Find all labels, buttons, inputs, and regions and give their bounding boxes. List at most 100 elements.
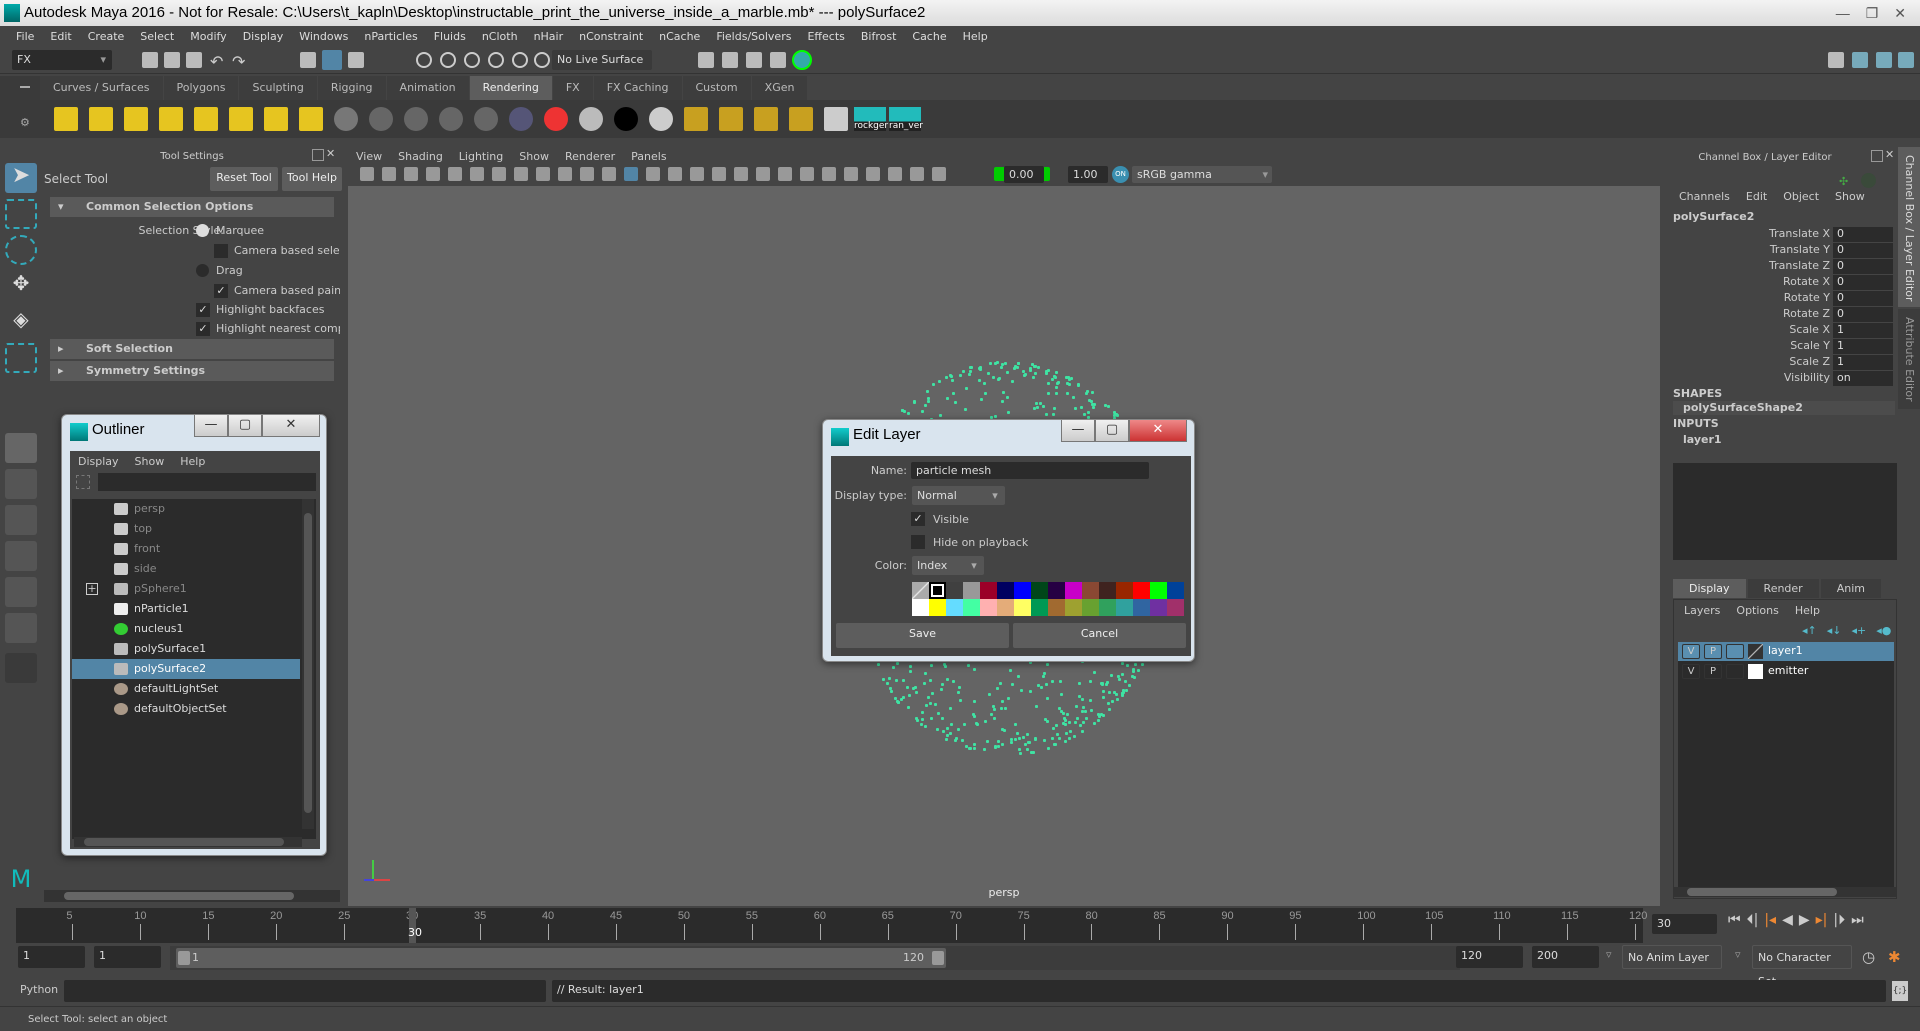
ambient-occlusion-icon[interactable] xyxy=(734,167,748,181)
shelf-settings-gear-icon[interactable]: ⚙ xyxy=(20,116,30,129)
shape-item[interactable]: polySurfaceShape2 xyxy=(1673,401,1895,415)
outliner-item[interactable]: polySurface1 xyxy=(72,639,300,659)
character-set-arrow-icon[interactable]: ▿ xyxy=(1735,948,1741,961)
render-ipr-icon[interactable] xyxy=(684,107,708,131)
layer-row[interactable]: V Pemitter xyxy=(1678,662,1894,681)
menu-windows[interactable]: Windows xyxy=(291,27,356,46)
lambert-sphere-icon[interactable] xyxy=(404,107,428,131)
color-swatch[interactable] xyxy=(980,599,997,616)
two-sided-icon[interactable] xyxy=(932,167,946,181)
command-input[interactable] xyxy=(64,980,546,1002)
snap-magnet-icon[interactable] xyxy=(534,52,550,68)
menu-fluids[interactable]: Fluids xyxy=(426,27,474,46)
animation-preferences-icon[interactable]: ✱ xyxy=(1888,948,1901,966)
layer-scrollbar[interactable] xyxy=(1673,887,1897,897)
menu-fieldssolvers[interactable]: Fields/Solvers xyxy=(708,27,799,46)
snap-point-icon[interactable] xyxy=(464,52,480,68)
display-type-dropdown[interactable]: Normal ▾ xyxy=(912,486,1005,505)
menu-edit[interactable]: Edit xyxy=(42,27,79,46)
channel-box-toggle-icon[interactable] xyxy=(1876,52,1892,68)
playback-toggle[interactable]: P xyxy=(1704,644,1722,659)
shelf-tab-polygons[interactable]: Polygons xyxy=(163,76,240,100)
channel-label[interactable]: Translate X xyxy=(1665,227,1830,240)
viewport-menu-renderer[interactable]: Renderer xyxy=(565,149,615,165)
outliner-item[interactable]: front xyxy=(72,539,300,559)
layered-shader-icon[interactable] xyxy=(509,107,533,131)
ambient-light-icon[interactable] xyxy=(54,107,78,131)
menuset-dropdown[interactable]: FX ▾ xyxy=(12,50,112,70)
menu-cache[interactable]: Cache xyxy=(904,27,954,46)
image-plane-icon[interactable] xyxy=(426,167,440,181)
phong-sphere-icon[interactable] xyxy=(369,107,393,131)
save-button[interactable]: Save xyxy=(836,623,1009,648)
layer-name-input[interactable]: particle mesh xyxy=(911,462,1149,479)
shelf-tab-custom[interactable]: Custom xyxy=(682,76,752,100)
new-layer-icon[interactable]: ◂+ xyxy=(1852,624,1867,637)
color-swatch[interactable] xyxy=(1082,582,1099,599)
color-mode-dropdown[interactable]: Index ▾ xyxy=(912,556,984,575)
select-tool-icon[interactable]: ➤ xyxy=(5,163,37,193)
color-swatch[interactable] xyxy=(1133,599,1150,616)
character-set-dropdown[interactable]: No Character Set xyxy=(1752,945,1852,988)
select-object-icon[interactable] xyxy=(322,50,342,70)
move-tool-icon[interactable]: ✥ xyxy=(5,271,37,301)
menu-file[interactable]: File xyxy=(8,27,42,46)
color-swatch[interactable] xyxy=(963,599,980,616)
layer-tab-anim[interactable]: Anim xyxy=(1820,579,1881,598)
channel-label[interactable]: Translate Y xyxy=(1665,243,1830,256)
color-swatch[interactable] xyxy=(1065,582,1082,599)
outliner-menu-help[interactable]: Help xyxy=(180,455,205,468)
tool-help-button[interactable]: Tool Help xyxy=(282,167,342,191)
auto-key-icon[interactable]: ◷ xyxy=(1862,948,1875,966)
close-button[interactable]: ✕ xyxy=(262,415,320,437)
channel-menu-object[interactable]: Object xyxy=(1783,190,1819,203)
spot-light-icon[interactable] xyxy=(159,107,183,131)
outliner-item[interactable]: nucleus1 xyxy=(72,619,300,639)
range-bar[interactable]: 1 120 xyxy=(176,948,946,968)
batch-render-icon[interactable] xyxy=(719,107,743,131)
directional-light-icon[interactable] xyxy=(89,107,113,131)
view-transform-dropdown[interactable]: sRGB gamma ▾ xyxy=(1132,166,1272,183)
camera-based-selection-checkbox[interactable] xyxy=(214,244,228,258)
color-swatch[interactable] xyxy=(1031,582,1048,599)
custom-shelf-button-rockger[interactable]: rockger xyxy=(854,107,888,131)
animation-end-field[interactable]: 200 xyxy=(1532,946,1599,968)
new-scene-icon[interactable] xyxy=(142,52,158,68)
range-start-handle[interactable] xyxy=(178,951,190,965)
render-settings-icon[interactable] xyxy=(770,52,786,68)
phong-e-sphere-icon[interactable] xyxy=(439,107,463,131)
menu-ncache[interactable]: nCache xyxy=(651,27,708,46)
shelf-tab-animation[interactable]: Animation xyxy=(386,76,470,100)
input-item[interactable]: layer1 xyxy=(1683,433,1722,446)
range-end-handle[interactable] xyxy=(932,951,944,965)
speed-icon[interactable] xyxy=(1861,173,1876,188)
visible-checkbox[interactable]: ✓ xyxy=(911,512,925,526)
maximize-button[interactable]: ▢ xyxy=(1095,420,1129,442)
outliner-item[interactable]: defaultLightSet xyxy=(72,679,300,699)
anim-layer-dropdown[interactable]: No Anim Layer xyxy=(1622,945,1722,969)
channel-value[interactable]: 1 xyxy=(1833,323,1893,338)
blinn-sphere-icon[interactable] xyxy=(334,107,358,131)
render-setup-icon[interactable] xyxy=(789,107,813,131)
depth-of-field-icon[interactable] xyxy=(800,167,814,181)
move-layer-down-icon[interactable]: ◂↓ xyxy=(1827,624,1842,637)
persp-graph-layout-icon[interactable] xyxy=(5,577,37,607)
xray-icon[interactable] xyxy=(844,167,858,181)
paint-select-tool-icon[interactable] xyxy=(5,235,37,265)
shading-map-icon[interactable] xyxy=(649,107,673,131)
play-forwards-icon[interactable]: ▶ xyxy=(1799,912,1810,928)
xray-components-icon[interactable] xyxy=(888,167,902,181)
go-to-end-icon[interactable]: ⏭ xyxy=(1851,912,1864,928)
hide-on-playback-checkbox[interactable] xyxy=(911,535,925,549)
color-swatch[interactable] xyxy=(912,582,929,599)
outliner-item[interactable]: + pSphere1 xyxy=(72,579,300,599)
channel-menu-show[interactable]: Show xyxy=(1835,190,1865,203)
channel-value[interactable]: 0 xyxy=(1833,259,1893,274)
close-panel-icon[interactable]: ✕ xyxy=(326,147,335,160)
live-surface-field[interactable]: No Live Surface xyxy=(552,50,652,70)
shelf-tab-rigging[interactable]: Rigging xyxy=(317,76,387,100)
highlight-nearest-compo-checkbox[interactable]: ✓ xyxy=(196,322,210,336)
color-swatch[interactable] xyxy=(980,582,997,599)
channel-label[interactable]: Rotate Z xyxy=(1665,307,1830,320)
shelf-tab-fx[interactable]: FX xyxy=(552,76,594,100)
